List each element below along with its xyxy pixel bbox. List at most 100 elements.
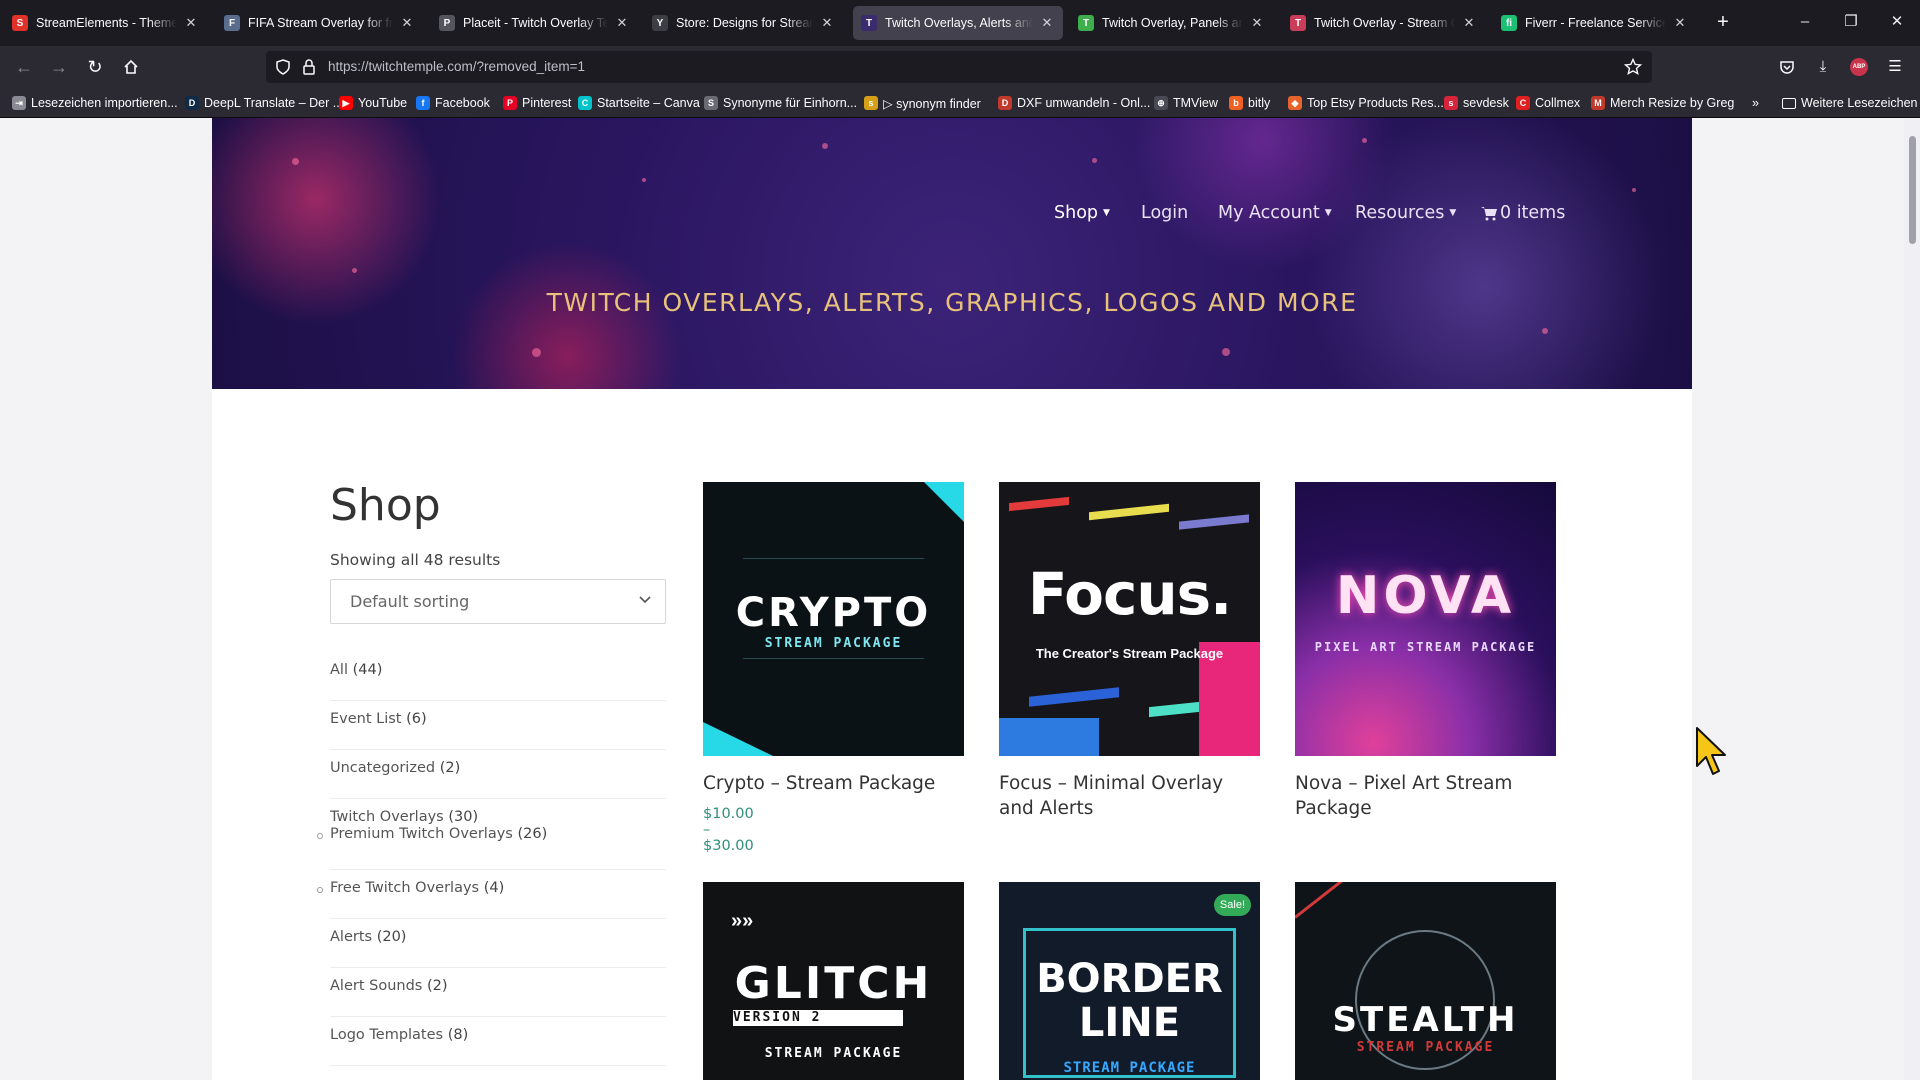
hero-banner: Shop ▼ Login My Account ▼ Resources ▼ 0 ite… [212, 118, 1692, 389]
bookmark-label: DXF umwandeln - Onl... [1017, 96, 1151, 110]
address-bar[interactable]: https://twitchtemple.com/?removed_item=1 [266, 51, 1652, 83]
product-name[interactable]: Crypto – Stream Package [703, 771, 964, 796]
bookmark-item[interactable]: C Collmex [1516, 88, 1580, 118]
bookmarks-bar: ⇥ Lesezeichen importieren... D DeepL Transl… [0, 88, 1920, 118]
category-item[interactable]: Event List (6) [330, 701, 666, 750]
page-viewport: Shop ▼ Login My Account ▼ Resources ▼ 0 ite… [0, 118, 1920, 1080]
back-icon[interactable]: ← [11, 54, 37, 80]
category-item[interactable]: Logo Templates (8) [330, 1017, 666, 1066]
page-title: Shop [330, 480, 441, 531]
bookmark-item[interactable]: s sevdesk [1444, 88, 1509, 118]
bookmark-item[interactable]: ⊕ TMView [1154, 88, 1218, 118]
results-count: Showing all 48 results [330, 551, 501, 569]
nav-login[interactable]: Login [1141, 198, 1188, 228]
page-scrollbar[interactable] [1904, 118, 1920, 1080]
more-bookmarks[interactable]: Weitere Lesezeichen [1782, 88, 1918, 118]
tab-close-icon[interactable]: ✕ [1249, 15, 1265, 31]
tab-close-icon[interactable]: ✕ [1039, 15, 1055, 31]
bookmark-label: sevdesk [1463, 96, 1509, 110]
forward-icon[interactable]: → [46, 54, 72, 80]
bookmark-item[interactable]: C Startseite – Canva [578, 88, 700, 118]
tab-close-icon[interactable]: ✕ [183, 15, 199, 31]
product-image[interactable]: »» GLITCH VERSION 2 STREAM PACKAGE [703, 882, 964, 1080]
browser-tab[interactable]: S StreamElements - Themes gal ✕ [4, 6, 207, 40]
category-item[interactable]: Alert Sounds (2) [330, 968, 666, 1017]
menu-icon[interactable]: ☰ [1884, 56, 1906, 78]
bookmark-favicon-icon: b [1229, 96, 1243, 110]
chevron-down-icon [639, 596, 651, 604]
lock-icon[interactable] [300, 58, 318, 76]
download-icon[interactable]: ⤓ [1812, 56, 1834, 78]
reload-icon[interactable]: ↻ [82, 54, 108, 80]
bookmark-item[interactable]: ◆ Top Etsy Products Res... [1288, 88, 1444, 118]
restore-icon[interactable]: ❐ [1828, 0, 1874, 46]
product-name[interactable]: Nova – Pixel Art Stream Package [1295, 771, 1556, 821]
sorting-select[interactable]: Default sorting [330, 579, 666, 624]
tab-favicon-icon: T [1290, 15, 1306, 31]
nav-toolbar: ← → ↻ https://twitchtemple.com/?removed_… [0, 46, 1920, 88]
browser-tab[interactable]: F FIFA Stream Overlay for free, c ✕ [216, 6, 423, 40]
new-tab-button[interactable]: + [1710, 10, 1736, 36]
bookmark-item[interactable]: f Facebook [416, 88, 490, 118]
bookmark-item[interactable]: ⇥ Lesezeichen importieren... [12, 88, 178, 118]
bookmark-item[interactable]: b bitly [1229, 88, 1270, 118]
bookmark-star-icon[interactable] [1624, 58, 1642, 76]
bookmark-item[interactable]: ▶ YouTube [339, 88, 407, 118]
nav-shop[interactable]: Shop ▼ [1054, 198, 1110, 228]
product-image[interactable]: STEALTH STREAM PACKAGE [1295, 882, 1556, 1080]
tab-close-icon[interactable]: ✕ [1461, 15, 1477, 31]
bookmark-item[interactable]: P Pinterest [503, 88, 571, 118]
bookmark-favicon-icon: ⊕ [1154, 96, 1168, 110]
bookmark-item[interactable]: S Synonyme für Einhorn... [704, 88, 857, 118]
bookmark-item[interactable]: s ▷ synonym finder [864, 88, 981, 118]
window-close-icon[interactable]: ✕ [1874, 0, 1920, 46]
tab-title: Store: Designs for Streamers a [676, 16, 813, 30]
tab-title: Twitch Overlay, Panels and Yo [1102, 16, 1243, 30]
product-image[interactable]: BORDER LINE STREAM PACKAGE Sale! [999, 882, 1260, 1080]
minimize-icon[interactable]: – [1782, 0, 1828, 46]
page-content: Shop ▼ Login My Account ▼ Resources ▼ 0 ite… [212, 118, 1692, 1080]
home-icon[interactable] [118, 54, 144, 80]
product-image[interactable]: CRYPTO STREAM PACKAGE [703, 482, 964, 756]
bookmark-favicon-icon: ⇥ [12, 96, 26, 110]
arrows-icon: »» [731, 910, 754, 932]
tab-close-icon[interactable]: ✕ [399, 15, 415, 31]
tab-close-icon[interactable]: ✕ [1672, 15, 1688, 31]
cart-icon [1481, 206, 1497, 220]
bookmark-item[interactable]: M Merch Resize by Greg [1591, 88, 1734, 118]
tab-title: StreamElements - Themes gal [36, 16, 177, 30]
product-name[interactable]: Focus – Minimal Overlay and Alerts [999, 771, 1260, 821]
bookmark-label: Pinterest [522, 96, 572, 110]
scrollbar-thumb[interactable] [1909, 136, 1916, 244]
category-item[interactable]: Twitch Overlays (30) [330, 799, 666, 826]
nav-my-account[interactable]: My Account ▼ [1218, 198, 1332, 228]
category-item[interactable]: Alerts (20) [330, 919, 666, 968]
pocket-icon[interactable] [1776, 56, 1798, 78]
browser-tab[interactable]: P Placeit - Twitch Overlay Temp ✕ [431, 6, 638, 40]
tab-favicon-icon: fi [1501, 15, 1517, 31]
category-item[interactable]: Uncategorized (2) [330, 750, 666, 799]
product-image[interactable]: Focus. The Creator's Stream Package [999, 482, 1260, 756]
nav-resources[interactable]: Resources ▼ [1355, 198, 1456, 228]
bookmarks-overflow-icon[interactable]: » [1752, 88, 1759, 118]
url-text[interactable]: https://twitchtemple.com/?removed_item=1 [328, 51, 585, 83]
tab-close-icon[interactable]: ✕ [614, 15, 630, 31]
shield-icon[interactable] [274, 58, 292, 76]
tab-title: Twitch Overlay - Stream Overl [1314, 16, 1455, 30]
product-image[interactable]: NOVA PIXEL ART STREAM PACKAGE [1295, 482, 1556, 756]
browser-tab[interactable]: fi Fiverr - Freelance Services Ma ✕ [1493, 6, 1696, 40]
browser-tab[interactable]: Y Store: Designs for Streamers a ✕ [644, 6, 843, 40]
bookmark-item[interactable]: D DeepL Translate – Der ... [185, 88, 343, 118]
browser-tab[interactable]: T Twitch Overlay, Panels and Yo ✕ [1070, 6, 1273, 40]
subcategory-item[interactable]: Free Twitch Overlays (4) [317, 870, 666, 919]
chevron-down-icon: ▼ [1324, 208, 1332, 218]
browser-tab[interactable]: T Twitch Overlays, Alerts and G ✕ [853, 6, 1063, 40]
adblock-icon[interactable]: ABP [1848, 56, 1870, 78]
tab-favicon-icon: T [861, 15, 877, 31]
browser-tab[interactable]: T Twitch Overlay - Stream Overl ✕ [1282, 6, 1485, 40]
subcategory-item[interactable]: Premium Twitch Overlays (26) [317, 826, 666, 870]
nav-cart[interactable]: 0 items [1481, 198, 1565, 228]
category-item[interactable]: All (44) [330, 652, 666, 701]
tab-close-icon[interactable]: ✕ [819, 15, 835, 31]
bookmark-item[interactable]: D DXF umwandeln - Onl... [998, 88, 1150, 118]
